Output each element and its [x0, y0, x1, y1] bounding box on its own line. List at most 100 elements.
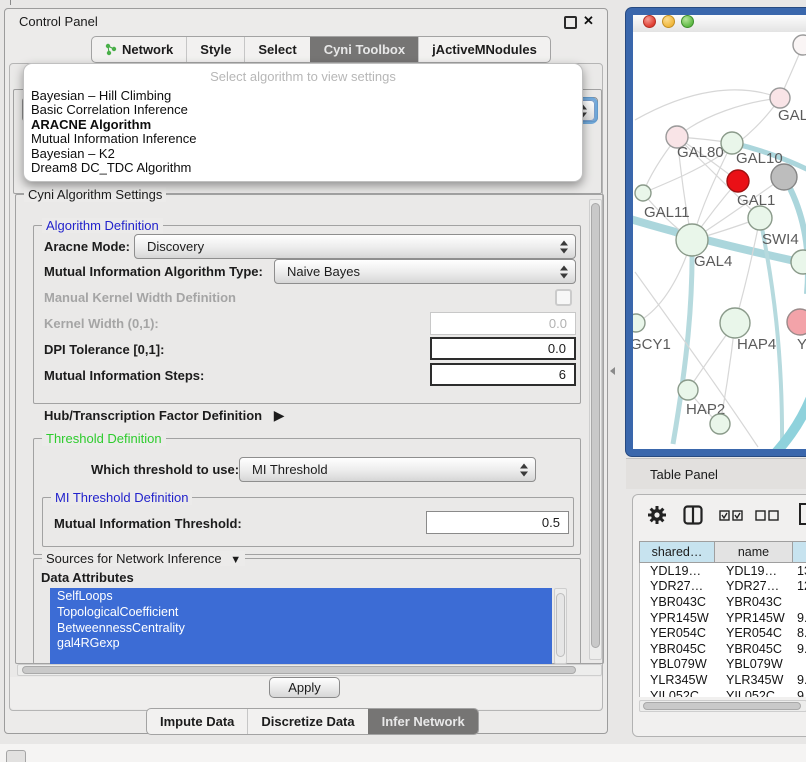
- close-traffic-light-icon[interactable]: [643, 15, 656, 28]
- node-label-swi4: SWI4: [762, 231, 799, 248]
- which-threshold-spinner-icon: [520, 463, 529, 476]
- algorithm-option-bayesian-k2[interactable]: Bayesian – K2: [31, 147, 575, 161]
- top-tick: [10, 0, 11, 5]
- algorithm-option-basic-correlation-inference[interactable]: Basic Correlation Inference: [31, 103, 575, 117]
- sources-legend[interactable]: Sources for Network Inference ▼: [42, 551, 245, 566]
- apply-button[interactable]: Apply: [269, 677, 340, 698]
- attributes-scrollbar-thumb[interactable]: [556, 593, 565, 657]
- settings-horizontal-scrollbar[interactable]: [17, 664, 602, 676]
- column-layout-icon[interactable]: [683, 505, 703, 525]
- tab-jactivemnodules[interactable]: jActiveMNodules: [418, 37, 550, 62]
- table-row-8[interactable]: YIL052CYIL052C9.: [640, 688, 806, 697]
- aracne-mode-spinner-icon: [560, 240, 569, 253]
- sources-group: Sources for Network Inference ▼ Data Att…: [33, 558, 581, 664]
- mi-type-value: Naive Bayes: [287, 264, 360, 279]
- kernel-width-field[interactable]: 0.0: [430, 312, 576, 335]
- network-node[interactable]: [710, 414, 730, 434]
- column-header-a[interactable]: A: [793, 541, 806, 563]
- attribute-item-gal4rgexp[interactable]: gal4RGexp: [50, 636, 552, 652]
- tab-select-label: Select: [258, 42, 296, 57]
- bottom-tab-infer-network[interactable]: Infer Network: [368, 709, 478, 734]
- column-header-name[interactable]: name: [715, 541, 793, 563]
- network-node-hap2[interactable]: [678, 380, 698, 400]
- table-cell: YER054C: [716, 626, 794, 640]
- document-icon[interactable]: [799, 503, 806, 525]
- gear-icon[interactable]: [647, 505, 667, 525]
- network-window-titlebar[interactable]: [633, 15, 806, 33]
- network-node-gal4[interactable]: [676, 224, 708, 256]
- table-cell: YBL079W: [640, 657, 716, 671]
- control-panel-title: Control Panel: [19, 14, 98, 29]
- network-canvas[interactable]: GAL7GAL80GAL10GAL1GAL11SWI4GAL4GCY1HAP4Y…: [633, 32, 806, 449]
- bottom-tab-impute-data[interactable]: Impute Data: [147, 709, 247, 734]
- table-row-4[interactable]: YER054CYER054C8.: [640, 625, 806, 641]
- table-row-6[interactable]: YBL079WYBL079W: [640, 657, 806, 673]
- which-threshold-combo[interactable]: MI Threshold: [239, 457, 536, 482]
- network-node-gal1[interactable]: [748, 206, 772, 230]
- node-label-gal4: GAL4: [694, 253, 732, 270]
- tab-cyni-toolbox[interactable]: Cyni Toolbox: [310, 37, 418, 62]
- mi-steps-field[interactable]: 6: [430, 363, 576, 386]
- float-window-icon[interactable]: [564, 16, 577, 29]
- table-horizontal-scrollbar[interactable]: [639, 700, 806, 712]
- table-row-0[interactable]: YDL19…YDL19…13: [640, 563, 806, 579]
- table-row-7[interactable]: YLR345WYLR345W9.: [640, 672, 806, 688]
- bottom-tabbar: Impute DataDiscretize DataInfer Network: [146, 708, 479, 735]
- network-node-hap4[interactable]: [720, 308, 750, 338]
- table-cell: YLR345W: [640, 673, 716, 687]
- select-all-checkboxes-icon[interactable]: [719, 510, 743, 521]
- network-node-y[interactable]: [787, 309, 806, 335]
- attribute-item-betweennesscentrality[interactable]: BetweennessCentrality: [50, 621, 552, 637]
- mi-threshold-field[interactable]: 0.5: [426, 511, 569, 534]
- network-node-swi4[interactable]: [791, 250, 806, 274]
- splitter-collapse-icon[interactable]: [610, 367, 615, 375]
- aracne-mode-combo[interactable]: Discovery: [134, 234, 576, 259]
- manual-kernel-label: Manual Kernel Width Definition: [44, 290, 236, 305]
- table-cell: 9.: [794, 642, 806, 656]
- minimize-traffic-light-icon[interactable]: [662, 15, 675, 28]
- attribute-item-topologicalcoefficient[interactable]: TopologicalCoefficient: [50, 605, 552, 621]
- algorithm-dropdown-popup: Select algorithm to view settings Bayesi…: [23, 63, 583, 182]
- node-label-gcy1: GCY1: [633, 336, 671, 353]
- table-cell: YDL19…: [640, 564, 716, 578]
- manual-kernel-checkbox[interactable]: [555, 289, 572, 306]
- table-row-2[interactable]: YBR043CYBR043C: [640, 594, 806, 610]
- table-row-5[interactable]: YBR045CYBR045C9.: [640, 641, 806, 657]
- table-panel-title: Table Panel: [650, 467, 718, 482]
- hub-definition-expander[interactable]: Hub/Transcription Factor Definition ▶: [44, 407, 285, 424]
- algorithm-option-bayesian-hill-climbing[interactable]: Bayesian – Hill Climbing: [31, 89, 575, 103]
- tab-select[interactable]: Select: [244, 37, 309, 62]
- table-cell: YDL19…: [716, 564, 794, 578]
- table-hscrollbar-thumb[interactable]: [643, 702, 801, 710]
- bottom-tab-discretize-data[interactable]: Discretize Data: [247, 709, 367, 734]
- corner-grip-button[interactable]: [6, 750, 26, 762]
- dpi-tolerance-field[interactable]: 0.0: [430, 337, 576, 360]
- settings-hscrollbar-thumb[interactable]: [22, 666, 576, 674]
- attribute-item-selfloops[interactable]: SelfLoops: [50, 589, 552, 605]
- settings-vertical-scrollbar[interactable]: [589, 199, 602, 660]
- mi-steps-label: Mutual Information Steps:: [44, 368, 204, 383]
- table-row-1[interactable]: YDR27…YDR27…12: [640, 579, 806, 595]
- algorithm-definition-legend: Algorithm Definition: [42, 218, 163, 233]
- network-node[interactable]: [793, 35, 806, 55]
- network-node[interactable]: [771, 164, 797, 190]
- network-node-gal7[interactable]: [770, 88, 790, 108]
- algorithm-option-aracne-algorithm[interactable]: ARACNE Algorithm: [31, 118, 575, 132]
- network-node[interactable]: [727, 170, 749, 192]
- tab-network[interactable]: Network: [92, 37, 186, 62]
- attributes-list-scrollbar[interactable]: [554, 588, 567, 664]
- table-panel-header: Table Panel: [626, 458, 806, 489]
- deselect-all-checkboxes-icon[interactable]: [755, 510, 779, 521]
- zoom-traffic-light-icon[interactable]: [681, 15, 694, 28]
- mi-type-combo[interactable]: Naive Bayes: [274, 259, 576, 284]
- algorithm-option-dream8-dc-tdc-algorithm[interactable]: Dream8 DC_TDC Algorithm: [31, 161, 575, 175]
- table-row-3[interactable]: YPR145WYPR145W9.: [640, 610, 806, 626]
- close-window-icon[interactable]: ✕: [583, 13, 594, 29]
- network-node-gal11[interactable]: [635, 185, 651, 201]
- tab-style-label: Style: [200, 42, 231, 57]
- tab-style[interactable]: Style: [186, 37, 244, 62]
- settings-vscrollbar-thumb[interactable]: [591, 203, 600, 648]
- network-node-gcy1[interactable]: [633, 314, 645, 332]
- algorithm-option-mutual-information-inference[interactable]: Mutual Information Inference: [31, 132, 575, 146]
- column-header-shared[interactable]: shared…: [639, 541, 715, 563]
